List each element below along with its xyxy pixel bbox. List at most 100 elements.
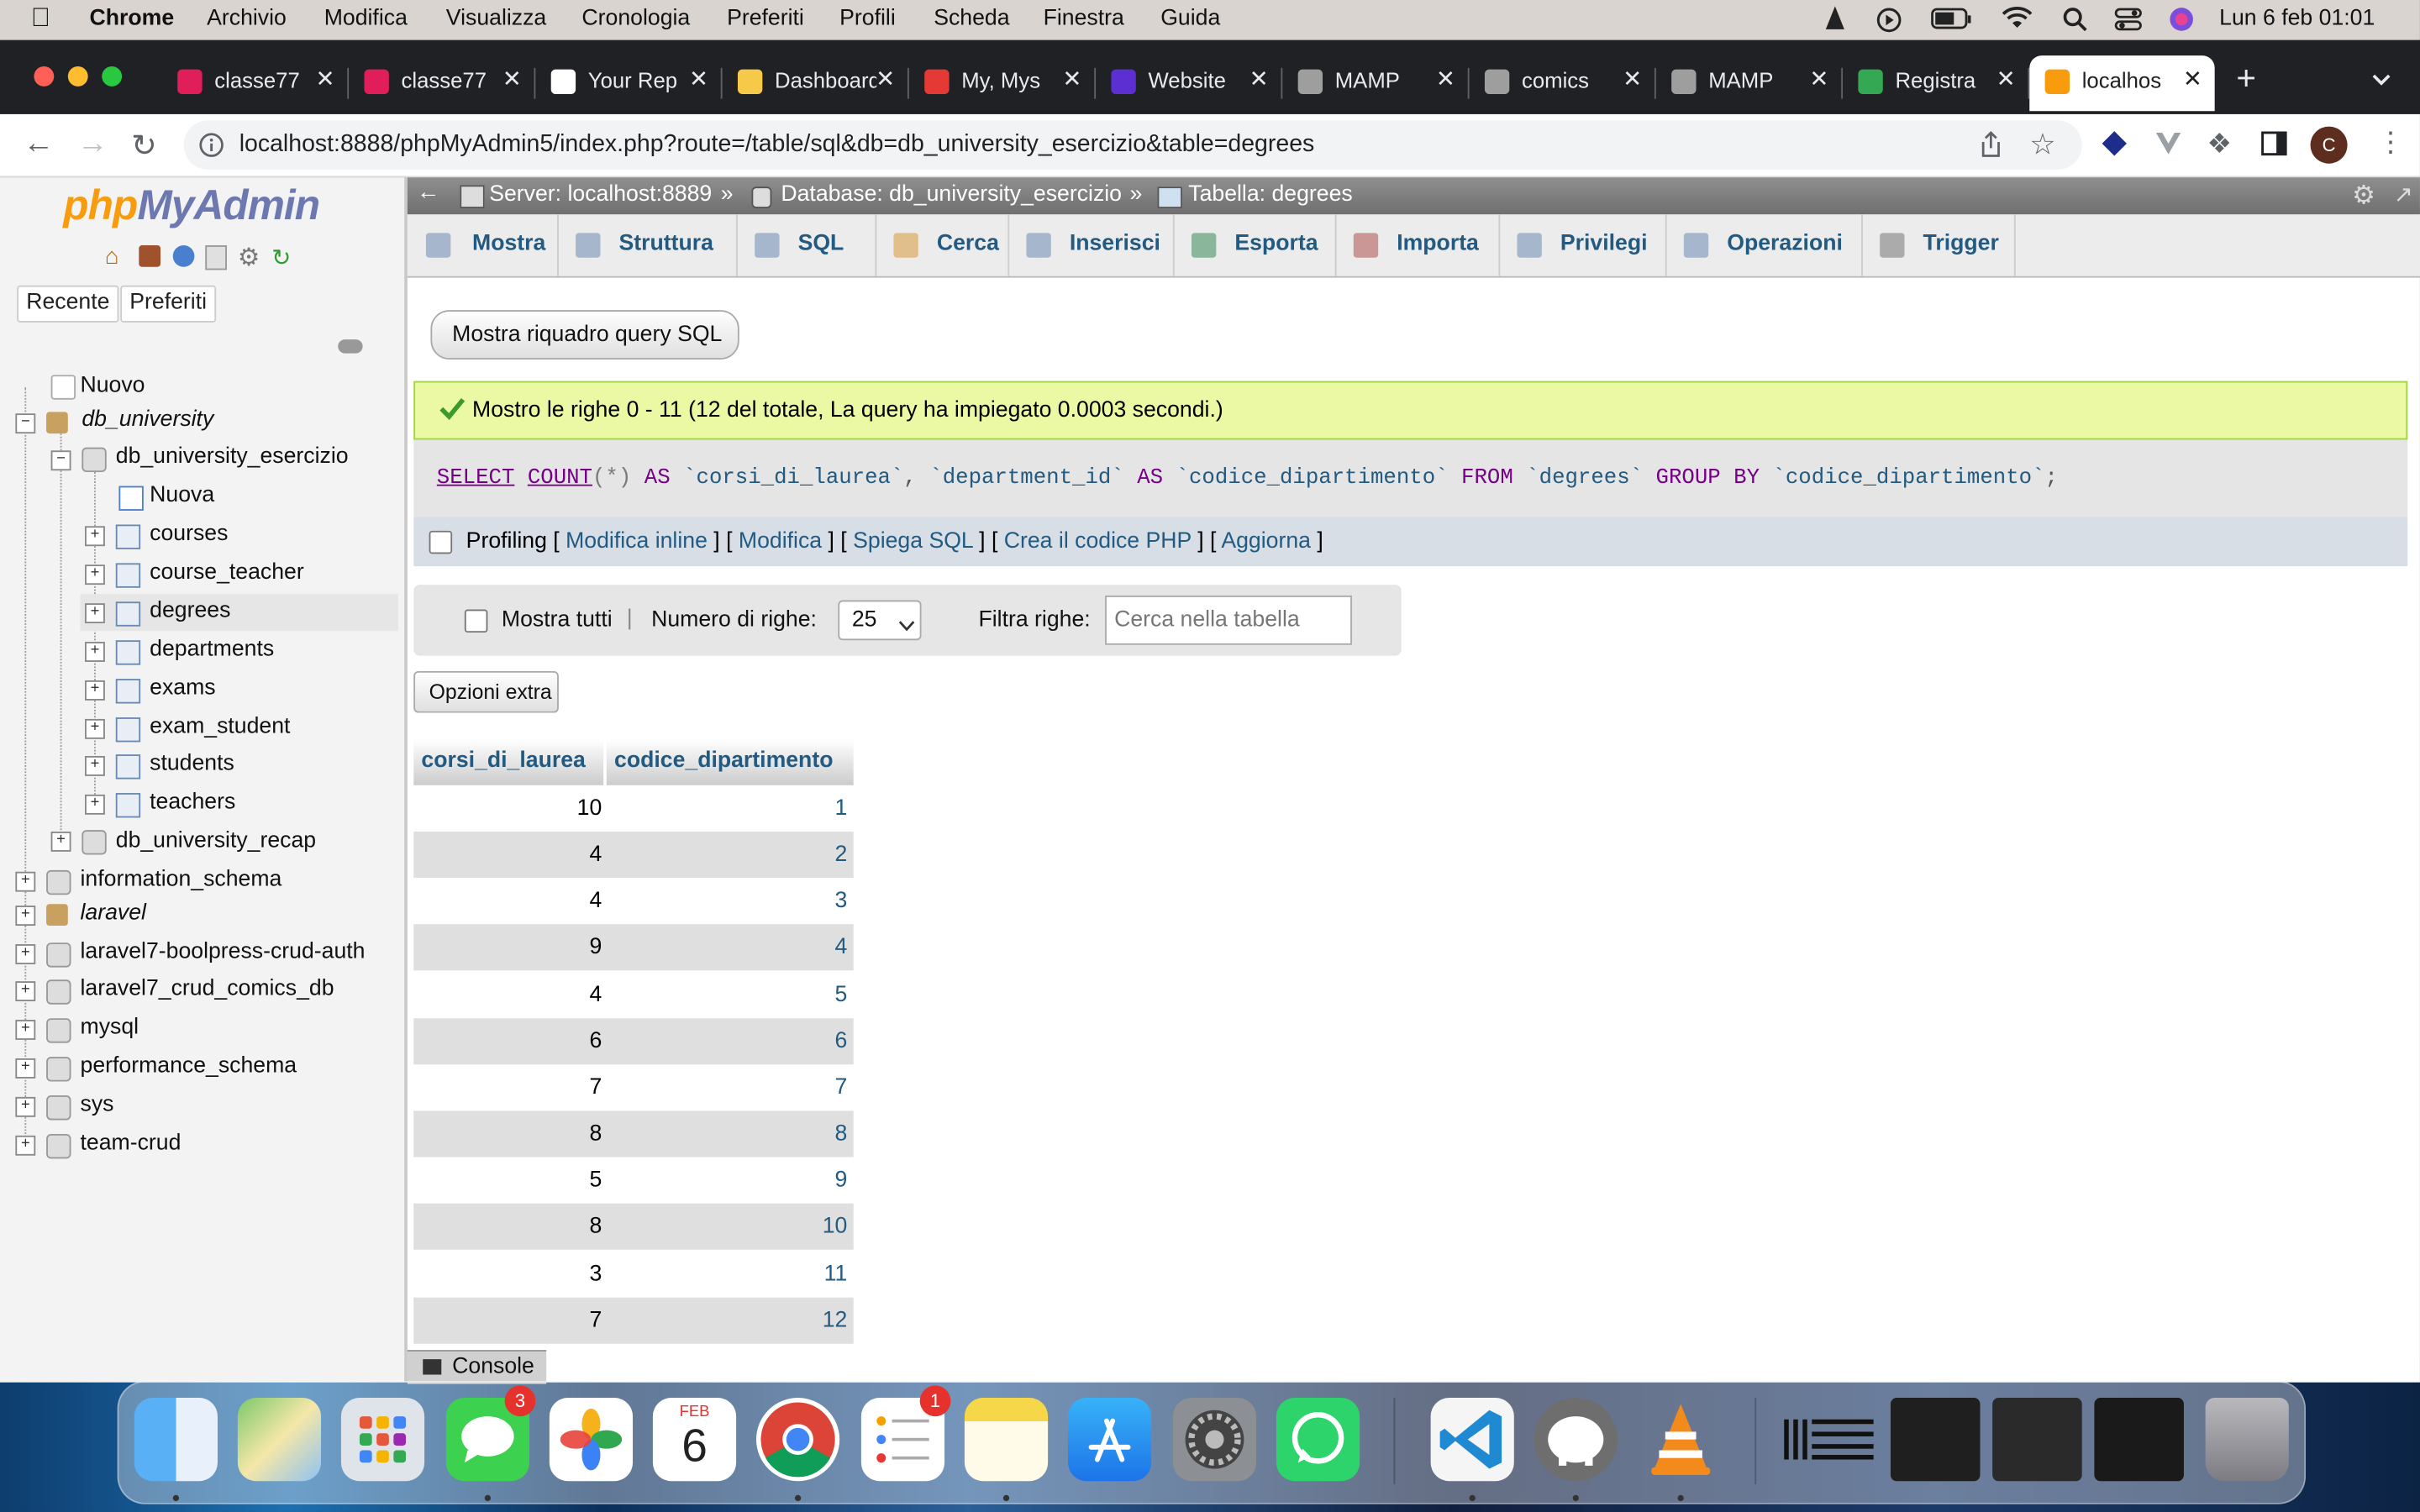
page-settings-gear-icon[interactable]: ⚙ (2352, 181, 2375, 212)
menu-profili[interactable]: Profili (839, 6, 896, 30)
window-close-button[interactable] (34, 66, 55, 87)
expand-icon[interactable]: + (85, 564, 105, 585)
browser-tab-comics[interactable]: comics ✕ (1470, 55, 1656, 111)
window-zoom-button[interactable] (102, 66, 123, 87)
tree-item-teachers[interactable]: teachers (150, 790, 235, 815)
expand-icon[interactable]: + (15, 871, 36, 892)
show-sql-query-box-button[interactable]: Mostra riquadro query SQL (430, 310, 739, 360)
tab-importa[interactable]: Importa (1335, 214, 1501, 276)
maximize-icon[interactable]: ↗ (2394, 181, 2413, 208)
reload-icon[interactable]: ↻ (131, 127, 157, 165)
stacks-icon[interactable] (1781, 1398, 1874, 1481)
table-row[interactable]: 43 (413, 878, 854, 925)
cell-corsi-di-laurea[interactable]: 7 (413, 1075, 602, 1100)
browser-tab-classe77[interactable]: classe77 ✕ (162, 55, 350, 111)
mamp-icon[interactable] (1534, 1398, 1618, 1482)
battery-icon[interactable] (1931, 8, 1974, 37)
table-row[interactable]: 42 (413, 832, 854, 879)
menu-preferiti[interactable]: Preferiti (727, 6, 804, 30)
expand-icon[interactable]: + (15, 1020, 36, 1040)
reload-nav-icon[interactable]: ↻ (271, 244, 291, 271)
expand-icon[interactable]: + (15, 1096, 36, 1117)
cell-codice-dipartimento[interactable]: 9 (609, 1168, 848, 1193)
calendar-icon[interactable]: FEB 6 (652, 1398, 737, 1482)
collapse-icon[interactable]: − (15, 413, 36, 434)
tab-trigger[interactable]: Trigger (1861, 214, 2016, 276)
cell-corsi-di-laurea[interactable]: 8 (413, 1121, 602, 1146)
vscode-icon[interactable] (1430, 1398, 1514, 1482)
menubar-clock[interactable]: Lun 6 feb 01:01 (2219, 6, 2375, 30)
back-arrow-icon[interactable]: ← (24, 127, 55, 162)
browser-tab-localhos[interactable]: localhos ✕ (2029, 55, 2215, 112)
breadcrumb-server[interactable]: Server: localhost:8889 (489, 182, 712, 207)
window-thumbnail-3[interactable] (2094, 1398, 2184, 1482)
expand-icon[interactable]: + (50, 831, 71, 852)
extension-layers-icon[interactable] (2101, 129, 2128, 165)
tab-search-chevron-icon[interactable] (2370, 68, 2392, 96)
maps-icon[interactable] (237, 1398, 322, 1482)
tab-close-icon[interactable]: ✕ (1249, 65, 1269, 92)
tab-privilegi[interactable]: Privilegi (1498, 214, 1667, 276)
browser-tab-website[interactable]: Website ✕ (1096, 55, 1283, 111)
photos-icon[interactable] (549, 1398, 634, 1482)
wifi-icon[interactable] (2002, 6, 2033, 37)
whatsapp-icon[interactable] (1276, 1398, 1360, 1482)
breadcrumb-table[interactable]: Tabella: degrees (1188, 182, 1352, 207)
exit-icon[interactable] (139, 245, 161, 267)
tree-item-nuovo[interactable]: Nuovo (81, 373, 145, 397)
pma-logo[interactable]: phpMyAdmin (63, 182, 320, 230)
tab-inserisci[interactable]: Inserisci (1007, 214, 1175, 276)
menu-visualizza[interactable]: Visualizza (446, 6, 546, 30)
table-row[interactable]: 59 (413, 1157, 854, 1204)
tab-operazioni[interactable]: Operazioni (1665, 214, 1863, 276)
table-row[interactable]: 94 (413, 924, 854, 972)
expand-icon[interactable]: + (85, 756, 105, 777)
tab-close-icon[interactable]: ✕ (1436, 65, 1455, 92)
tree-item-exams[interactable]: exams (150, 675, 215, 700)
settings-gear-icon[interactable]: ⚙ (238, 242, 260, 273)
vlc-icon[interactable] (1639, 1398, 1723, 1481)
tab-close-icon[interactable]: ✕ (315, 65, 334, 92)
tree-item-laravel[interactable]: laravel (81, 901, 146, 926)
menu-finestra[interactable]: Finestra (1044, 6, 1124, 30)
edit-link[interactable]: Modifica (739, 529, 822, 554)
collapse-icon[interactable]: − (50, 450, 71, 471)
tree-item-information-schema[interactable]: information_schema (81, 867, 282, 891)
menu-guida[interactable]: Guida (1160, 6, 1220, 30)
column-header-corsi-di-laurea[interactable]: corsi_di_laurea (413, 738, 604, 785)
column-header-codice-dipartimento[interactable]: codice_dipartimento (606, 738, 854, 785)
tree-item-team-crud[interactable]: team-crud (81, 1131, 182, 1155)
table-row[interactable]: 66 (413, 1017, 854, 1064)
filter-rows-input[interactable] (1105, 595, 1352, 645)
table-row[interactable]: 88 (413, 1110, 854, 1158)
tree-item-laravel7-boolpress-crud-auth[interactable]: laravel7-boolpress-crud-auth (81, 940, 366, 964)
expand-icon[interactable]: + (85, 717, 105, 738)
cell-codice-dipartimento[interactable]: 11 (609, 1262, 848, 1286)
browser-tab-registra[interactable]: Registra ✕ (1843, 55, 2030, 111)
tree-item-db-university[interactable]: db_university (82, 407, 213, 432)
refresh-link[interactable]: Aggiorna (1221, 529, 1311, 554)
share-icon[interactable] (1979, 131, 2003, 166)
launchpad-icon[interactable] (340, 1398, 425, 1482)
expand-icon[interactable]: + (15, 1135, 36, 1156)
tree-item-performance-schema[interactable]: performance_schema (81, 1053, 297, 1078)
expand-icon[interactable]: + (85, 795, 105, 816)
apple-icon[interactable]:  (31, 3, 50, 34)
create-php-code-link[interactable]: Crea il codice PHP (1004, 529, 1192, 554)
tree-item-departments[interactable]: departments (150, 637, 274, 661)
breadcrumb-database[interactable]: Database: db_university_esercizio (781, 182, 1122, 207)
cell-corsi-di-laurea[interactable]: 10 (413, 796, 602, 821)
site-info-icon[interactable] (199, 133, 224, 165)
expand-icon[interactable]: + (85, 526, 105, 547)
tab-close-icon[interactable]: ✕ (1996, 65, 2016, 92)
table-row[interactable]: 45 (413, 971, 854, 1018)
favorites-button[interactable]: Preferiti (120, 285, 217, 323)
menu-scheda[interactable]: Scheda (934, 6, 1009, 30)
tree-item-laravel7-crud-comics-db[interactable]: laravel7_crud_comics_db (81, 977, 334, 1001)
collapse-nav-arrow-icon[interactable]: ← (417, 179, 440, 205)
control-center-icon[interactable] (2114, 6, 2142, 39)
extension-vue-icon[interactable] (2154, 131, 2182, 164)
sql-query-text[interactable]: SELECT COUNT(*) AS `corsi_di_laurea`, `d… (437, 466, 2058, 491)
tab-mostra[interactable]: Mostra (408, 214, 559, 276)
expand-icon[interactable]: + (85, 680, 105, 701)
